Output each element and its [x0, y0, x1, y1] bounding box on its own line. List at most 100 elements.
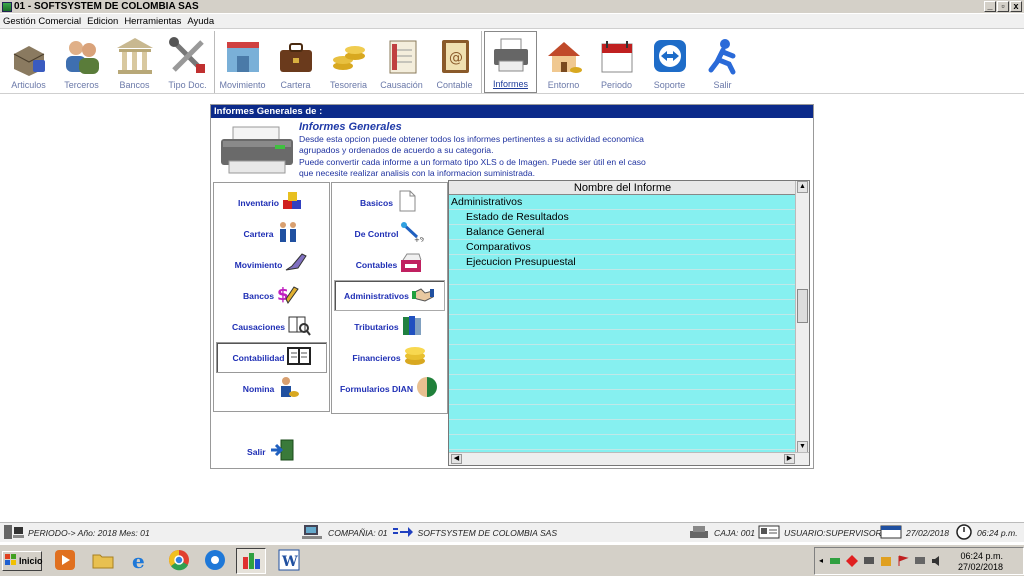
menu-edicion[interactable]: Edicion — [84, 16, 121, 27]
close-button[interactable]: x — [1010, 1, 1022, 12]
category-contabilidad[interactable]: Contabilidad — [216, 342, 327, 373]
status-fecha: 27/02/2018 — [880, 525, 950, 540]
category-label: Contabilidad — [232, 352, 285, 363]
compania-name-text: SOFTSYSTEM DE COLOMBIA SAS — [417, 528, 558, 538]
address-book-icon: @ — [434, 35, 476, 77]
arrow-right-icon — [392, 525, 414, 541]
toolbar-terceros-button[interactable]: Terceros — [55, 31, 108, 93]
svg-text:e: e — [132, 549, 145, 571]
taskbar-file-explorer[interactable] — [88, 548, 118, 574]
category-cartera[interactable]: Cartera — [214, 218, 329, 249]
dian-icon — [415, 376, 439, 401]
tray-display-icon[interactable] — [914, 555, 926, 570]
toolbar-causacion-button[interactable]: Causación — [375, 31, 428, 93]
scroll-right-arrow-icon[interactable]: ▶ — [784, 454, 795, 464]
toolbar-soporte-label: Soporte — [653, 80, 686, 90]
status-usuario: USUARIO:SUPERVISOR — [758, 525, 882, 541]
toolbar-informes-button[interactable]: Informes — [484, 31, 537, 93]
taskbar-media-player[interactable] — [50, 548, 80, 574]
category-tributarios[interactable]: Tributarios — [332, 311, 447, 342]
category-label: Movimiento — [234, 259, 283, 270]
grid-row[interactable]: Estado de Resultados — [449, 210, 796, 225]
scroll-thumb[interactable] — [797, 289, 808, 323]
category-de-control[interactable]: De Control +% — [332, 218, 447, 249]
taskbar-clock[interactable]: 06:24 p.m. 27/02/2018 — [958, 551, 1003, 573]
category-nomina[interactable]: Nomina — [214, 373, 329, 404]
grid-row[interactable]: Ejecucion Presupuestal — [449, 255, 796, 270]
clipboard-icon — [381, 35, 423, 77]
title-bar: 01 - SOFTSYSTEM DE COLOMBIA SAS _ ▫ x — [0, 0, 1024, 14]
toolbar-contable-button[interactable]: @ Contable — [428, 31, 481, 93]
salir-button[interactable]: Salir — [247, 439, 295, 464]
category-causaciones[interactable]: Causaciones — [214, 311, 329, 342]
tray-flag-icon[interactable] — [897, 555, 909, 570]
taskbar-softsystem[interactable] — [236, 548, 266, 574]
taskbar-internet-explorer[interactable]: e — [126, 548, 156, 574]
vertical-scrollbar[interactable]: ▲ ▼ — [795, 181, 809, 453]
people-icon — [61, 35, 103, 77]
compania-text: COMPAÑIA: 01 — [328, 528, 388, 538]
pen-icon — [284, 252, 308, 277]
toolbar-articulos-button[interactable]: Articulos — [2, 31, 55, 93]
category-bancos[interactable]: Bancos $ — [214, 280, 329, 311]
bank-icon — [114, 35, 156, 77]
tray-battery-icon[interactable] — [829, 555, 841, 570]
restore-button[interactable]: ▫ — [997, 1, 1009, 12]
word-icon: W — [278, 549, 300, 574]
tray-security-icon[interactable] — [880, 555, 892, 570]
category-label: Nomina — [242, 383, 275, 394]
horizontal-scrollbar[interactable]: ◀ ▶ — [449, 452, 809, 465]
toolbar-bancos-button[interactable]: Bancos — [108, 31, 161, 93]
status-compania: COMPAÑIA: 01 SOFTSYSTEM DE COLOMBIA SAS — [302, 525, 558, 541]
system-tray: ◂ 06:24 p.m. 27/02/2018 — [814, 547, 1024, 575]
fecha-text: 27/02/2018 — [906, 528, 950, 538]
category-financieros[interactable]: Financieros — [332, 342, 447, 373]
category-label: Basicos — [360, 197, 393, 208]
toolbar-contable-label: Contable — [436, 80, 473, 90]
tray-icons — [829, 555, 943, 570]
start-button[interactable]: Inicio — [2, 551, 43, 571]
category-administrativos[interactable]: Administrativos — [334, 280, 445, 311]
menu-herramientas[interactable]: Herramientas — [121, 16, 184, 27]
category-label: Tributarios — [354, 321, 399, 332]
id-card-icon — [758, 525, 780, 541]
category-contables[interactable]: Contables — [332, 249, 447, 280]
toolbar-soporte-button[interactable]: Soporte — [643, 31, 696, 93]
document-icon — [395, 190, 419, 215]
toolbar-tipo-doc-button[interactable]: Tipo Doc. — [161, 31, 214, 93]
category-label: Administrativos — [344, 290, 409, 301]
grid-column-header[interactable]: Nombre del Informe — [449, 181, 796, 195]
grid-row[interactable]: Balance General — [449, 225, 796, 240]
toolbar-periodo-button[interactable]: Periodo — [590, 31, 643, 93]
toolbar-cartera-button[interactable]: Cartera — [269, 31, 322, 93]
taskbar-chrome[interactable] — [164, 548, 194, 574]
tray-antivirus-icon[interactable] — [846, 555, 858, 570]
category-basicos[interactable]: Basicos — [332, 187, 447, 218]
periodo-text: PERIODO-> Año: 2018 Mes: 01 — [28, 528, 150, 538]
toolbar-bancos-label: Bancos — [119, 80, 150, 90]
menu-ayuda[interactable]: Ayuda — [184, 16, 217, 27]
printer-illustration-icon — [219, 125, 295, 178]
tray-expand-icon[interactable]: ◂ — [819, 556, 823, 565]
category-inventario[interactable]: Inventario — [214, 187, 329, 218]
toolbar-tesoreria-button[interactable]: Tesoreria — [322, 31, 375, 93]
category-movimiento[interactable]: Movimiento — [214, 249, 329, 280]
menu-gestion-comercial[interactable]: Gestión Comercial — [0, 16, 84, 27]
toolbar-entorno-button[interactable]: Entorno — [537, 31, 590, 93]
control-icon: +% — [400, 221, 427, 246]
toolbar-movimiento-button[interactable]: Movimiento — [216, 31, 269, 93]
scroll-left-arrow-icon[interactable]: ◀ — [451, 454, 462, 464]
book-search-icon — [287, 314, 311, 339]
scroll-up-arrow-icon[interactable]: ▲ — [797, 181, 808, 193]
tray-network-icon[interactable] — [863, 555, 875, 570]
category-formularios-dian[interactable]: Formularios DIAN — [332, 373, 447, 404]
taskbar-word[interactable]: W — [274, 548, 304, 574]
app-circle-icon — [204, 549, 226, 574]
grid-row-group[interactable]: Administrativos — [449, 195, 796, 210]
softsystem-icon — [240, 549, 262, 574]
taskbar-app[interactable] — [200, 548, 230, 574]
minimize-button[interactable]: _ — [984, 1, 996, 12]
tray-volume-icon[interactable] — [931, 555, 943, 570]
toolbar-salir-button[interactable]: Salir — [696, 31, 749, 93]
grid-row[interactable]: Comparativos — [449, 240, 796, 255]
